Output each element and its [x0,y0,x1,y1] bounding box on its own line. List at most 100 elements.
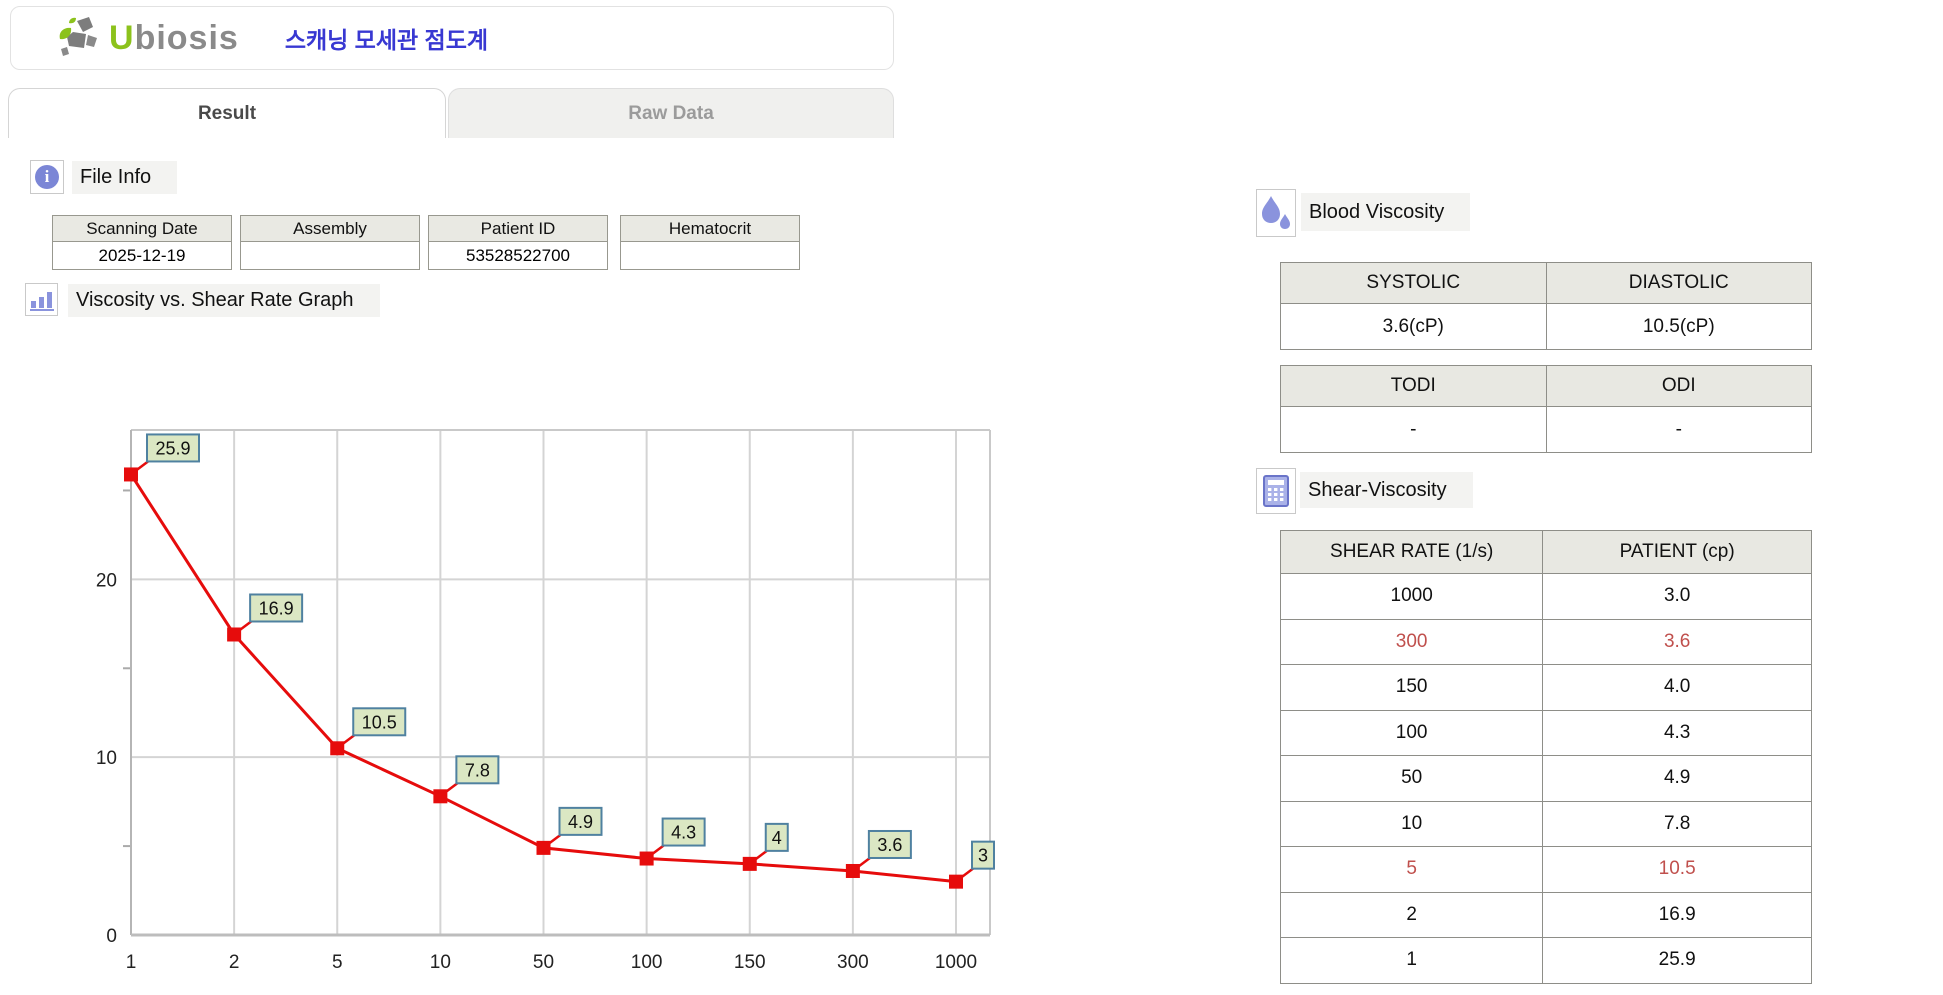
ubiosis-logo: Ubiosis [55,15,239,61]
table-row: 1000 3.0 [1279,573,1812,620]
header-bar: Ubiosis 스캐닝 모세관 점도계 [10,6,894,70]
data-point-label: 16.9 [259,598,294,618]
table-row: 2 16.9 [1279,891,1812,938]
ubiosis-logo-text: Ubiosis [109,18,239,57]
shear-viscosity-table: SHEAR RATE (1/s) PATIENT (cp) 1000 3.0 300… [1279,530,1812,984]
patient-viscosity-cell: 25.9 [1542,937,1812,984]
odi-value: - [1545,406,1812,453]
bar-chart-icon [25,283,58,316]
patient-viscosity-cell: 4.3 [1542,709,1812,756]
x-axis-tick-label: 50 [533,952,554,973]
file-info-field: Hematocrit [620,215,800,270]
droplets-icon [1256,189,1296,237]
data-point-label: 4.3 [671,823,696,843]
file-info-section-title: File Info [72,161,178,194]
patient-viscosity-cell: 3.0 [1542,573,1812,620]
data-point-label: 4 [772,828,782,848]
table-row: 10 7.8 [1279,800,1812,847]
x-axis-tick-label: 10 [430,952,451,973]
data-point-marker [742,856,757,871]
patient-viscosity-cell: 10.5 [1542,846,1812,893]
file-info-field: Patient ID 53528522700 [428,215,608,270]
ubiosis-logo-icon [59,17,97,56]
field-value: 2025-12-19 [98,245,186,265]
data-point-label: 3.6 [877,835,902,855]
file-info-field: Scanning Date 2025-12-19 [52,215,232,270]
field-label: Patient ID [429,216,607,242]
diastolic-value: 10.5(cP) [1545,303,1812,350]
page-title: 스캐닝 모세관 점도계 [284,27,489,53]
blood-viscosity-pressure-table: SYSTOLIC DIASTOLIC 3.6(cP) 10.5(cP) [1280,262,1812,350]
x-axis-tick-label: 1 [126,952,137,973]
patient-viscosity-cell: 16.9 [1542,891,1812,938]
file-info-field: Assembly [240,215,420,270]
app-window: Ubiosis 스캐닝 모세관 점도계 Result Raw Data i Fi… [0,0,1943,995]
table-row: 100 4.3 [1279,709,1812,756]
patient-viscosity-cell: 7.8 [1542,800,1812,847]
shear-rate-cell: 50 [1279,755,1544,802]
data-point-marker [124,467,138,482]
field-label: Assembly [241,216,419,242]
field-label: Scanning Date [53,216,231,242]
table-row: 150 4.0 [1279,664,1812,711]
data-point-marker [536,840,551,855]
shear-viscosity-section-title: Shear-Viscosity [1300,472,1473,508]
y-axis-tick-label: 10 [96,748,117,769]
systolic-value: 3.6(cP) [1280,303,1547,350]
shear-rate-cell: 1 [1279,937,1544,984]
shear-rate-cell: 1000 [1279,573,1544,620]
x-axis-tick-label: 2 [229,952,240,973]
viscosity-shear-rate-chart: 0 10 20 1 2 5 10 50 100 150 300 1000 25.9 16.9 10.5 7.8… [96,429,995,973]
shear-rate-cell: 5 [1279,846,1544,893]
field-value: 53528522700 [465,245,570,265]
table-row: 1 25.9 [1279,937,1812,984]
data-point-marker [639,851,654,866]
tab-raw-data[interactable]: Raw Data [448,88,894,138]
column-header: SHEAR RATE (1/s) [1279,530,1544,574]
x-axis-tick-label: 5 [332,952,343,973]
field-value [241,242,419,269]
field-label: Hematocrit [621,216,799,242]
data-point-marker [330,741,345,756]
data-point-label: 4.9 [568,812,593,832]
data-point-label: 10.5 [362,712,397,732]
tab-bar: Result Raw Data [0,88,900,138]
y-axis-tick-label: 20 [96,570,117,591]
shear-rate-cell: 2 [1279,891,1544,938]
column-header: TODI [1280,365,1547,407]
column-header: PATIENT (cp) [1542,530,1812,574]
blood-viscosity-index-table: TODI ODI - - [1280,365,1812,453]
x-axis-tick-label: 300 [837,952,869,973]
patient-viscosity-cell: 4.9 [1542,755,1812,802]
calculator-icon [1256,468,1296,514]
data-point-label: 7.8 [465,760,490,780]
data-point-marker [433,789,448,804]
info-icon: i [30,160,64,194]
table-row: 5 10.5 [1279,846,1812,893]
todi-value: - [1280,406,1547,453]
x-axis-tick-label: 1000 [935,952,977,973]
data-point-label: 25.9 [155,438,190,458]
field-value [621,242,799,269]
column-header: SYSTOLIC [1280,262,1547,304]
tab-result[interactable]: Result [8,88,446,138]
data-point-marker [227,627,242,642]
table-header-row: SHEAR RATE (1/s) PATIENT (cp) [1279,530,1812,574]
table-row: 300 3.6 [1279,618,1812,665]
data-point-marker [949,874,963,889]
blood-viscosity-section-title: Blood Viscosity [1301,193,1471,231]
column-header: DIASTOLIC [1545,262,1812,304]
graph-section-title: Viscosity vs. Shear Rate Graph [68,284,380,317]
table-row: 50 4.9 [1279,755,1812,802]
shear-rate-cell: 300 [1279,618,1544,665]
patient-viscosity-cell: 4.0 [1542,664,1812,711]
shear-rate-cell: 150 [1279,664,1544,711]
shear-rate-cell: 100 [1279,709,1544,756]
data-point-label: 3 [978,846,988,866]
x-axis-tick-label: 150 [734,952,766,973]
x-axis-tick-label: 100 [631,952,663,973]
data-point-marker [845,863,860,878]
patient-viscosity-cell: 3.6 [1542,618,1812,665]
shear-rate-cell: 10 [1279,800,1544,847]
column-header: ODI [1545,365,1812,407]
